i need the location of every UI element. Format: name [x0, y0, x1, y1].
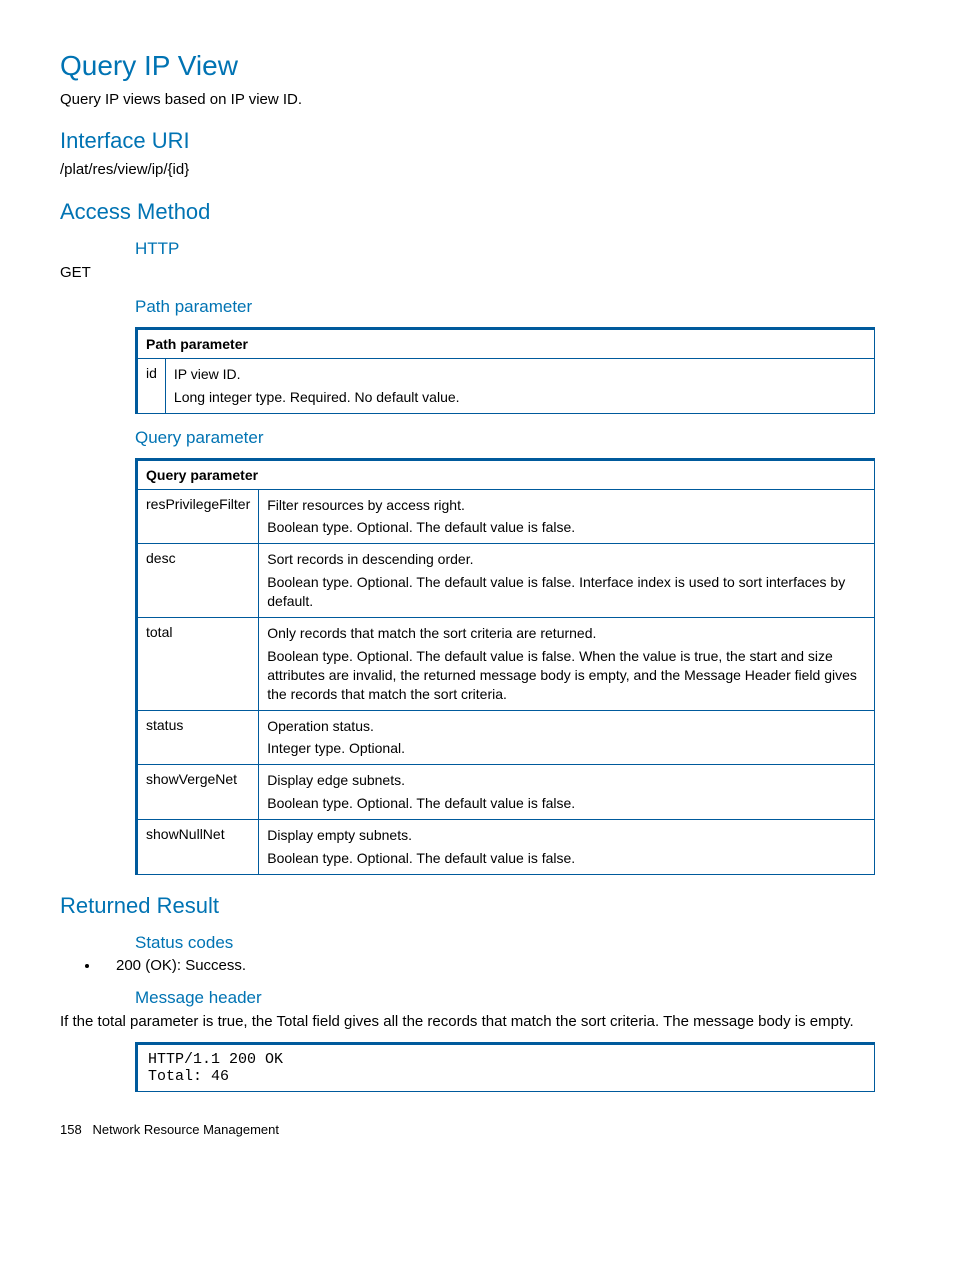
param-name: id	[137, 358, 166, 413]
page-footer: 158 Network Resource Management	[60, 1122, 894, 1137]
param-desc: Sort records in descending order. Boolea…	[259, 544, 875, 618]
status-codes-list: 200 (OK): Success.	[60, 957, 894, 974]
path-table-header: Path parameter	[137, 328, 875, 358]
param-desc: Display edge subnets. Boolean type. Opti…	[259, 765, 875, 820]
table-row: resPrivilegeFilter Filter resources by a…	[137, 489, 875, 544]
param-name: showNullNet	[137, 820, 259, 875]
page-title: Query IP View	[60, 50, 894, 82]
table-row: id IP view ID. Long integer type. Requir…	[137, 358, 875, 413]
path-param-heading: Path parameter	[135, 297, 894, 317]
table-row: total Only records that match the sort c…	[137, 617, 875, 710]
param-name: status	[137, 710, 259, 765]
interface-uri-heading: Interface URI	[60, 128, 894, 154]
table-row: showNullNet Display empty subnets. Boole…	[137, 820, 875, 875]
http-heading: HTTP	[135, 239, 894, 259]
returned-result-heading: Returned Result	[60, 893, 894, 919]
param-desc: Only records that match the sort criteri…	[259, 617, 875, 710]
code-block: HTTP/1.1 200 OK Total: 46	[135, 1042, 875, 1092]
page-number: 158	[60, 1122, 82, 1137]
http-value: GET	[60, 263, 894, 283]
interface-uri-value: /plat/res/view/ip/{id}	[60, 160, 894, 180]
param-name: total	[137, 617, 259, 710]
intro-text: Query IP views based on IP view ID.	[60, 90, 894, 110]
table-row: showVergeNet Display edge subnets. Boole…	[137, 765, 875, 820]
param-desc: IP view ID. Long integer type. Required.…	[165, 358, 874, 413]
table-row: desc Sort records in descending order. B…	[137, 544, 875, 618]
param-desc: Display empty subnets. Boolean type. Opt…	[259, 820, 875, 875]
access-method-heading: Access Method	[60, 199, 894, 225]
param-desc: Filter resources by access right. Boolea…	[259, 489, 875, 544]
footer-section: Network Resource Management	[93, 1122, 279, 1137]
message-header-heading: Message header	[135, 988, 894, 1008]
message-header-body: If the total parameter is true, the Tota…	[60, 1012, 894, 1032]
param-name: resPrivilegeFilter	[137, 489, 259, 544]
path-param-table: Path parameter id IP view ID. Long integ…	[135, 327, 875, 414]
query-param-heading: Query parameter	[135, 428, 894, 448]
query-param-table: Query parameter resPrivilegeFilter Filte…	[135, 458, 875, 875]
query-table-header: Query parameter	[137, 459, 875, 489]
status-codes-heading: Status codes	[135, 933, 894, 953]
param-name: desc	[137, 544, 259, 618]
param-name: showVergeNet	[137, 765, 259, 820]
table-row: status Operation status. Integer type. O…	[137, 710, 875, 765]
param-desc: Operation status. Integer type. Optional…	[259, 710, 875, 765]
status-code-item: 200 (OK): Success.	[100, 957, 894, 974]
